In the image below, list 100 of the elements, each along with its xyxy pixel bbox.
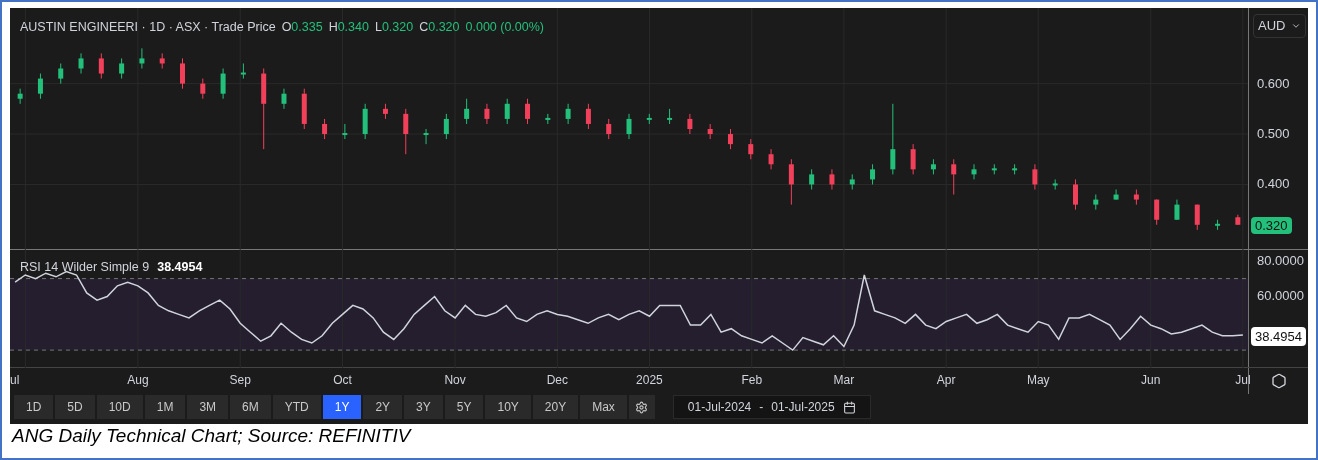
candlestick <box>1154 199 1160 226</box>
candlestick <box>626 113 632 140</box>
date-range-field[interactable]: 01-Jul-2024 - 01-Jul-2025 <box>672 395 871 419</box>
candlestick <box>1215 219 1221 231</box>
range-button[interactable]: 6M <box>230 395 271 419</box>
candlestick <box>180 57 185 90</box>
time-axis-label: Nov <box>444 374 466 386</box>
candlestick <box>301 88 307 130</box>
range-button[interactable]: 5Y <box>444 395 484 419</box>
candlestick <box>646 113 652 125</box>
candlestick <box>1073 178 1078 211</box>
candlestick <box>1093 194 1099 211</box>
candlestick <box>1052 178 1058 190</box>
time-axis-label: Aug <box>127 374 149 386</box>
candlestick <box>910 143 916 175</box>
candlestick <box>849 173 855 190</box>
candlestick <box>342 123 348 140</box>
calendar-icon <box>842 400 856 414</box>
candlestick <box>1235 214 1241 226</box>
candlestick <box>545 113 551 125</box>
ohlc-value: 0.340 <box>337 19 369 36</box>
candlestick <box>382 103 388 120</box>
range-button[interactable]: 10D <box>96 395 143 419</box>
candlestick <box>423 128 429 145</box>
candlestick <box>464 98 470 125</box>
candlestick <box>991 163 997 175</box>
candlestick <box>98 52 104 80</box>
candlestick <box>362 103 368 140</box>
ohlc-label: L <box>374 19 382 36</box>
candlestick <box>930 158 936 175</box>
ohlc-label: H <box>328 19 338 36</box>
candlestick <box>687 113 693 135</box>
ohlc-label: O <box>281 19 292 36</box>
range-button[interactable]: 1D <box>14 395 54 419</box>
candlestick <box>525 98 531 125</box>
candlestick <box>281 88 287 110</box>
ohlc-value: 0.320 <box>381 19 414 36</box>
indicator-value: 38.4954 <box>157 259 203 276</box>
symbol-title: AUSTIN ENGINEERI · 1D · ASX · Trade Price <box>20 19 276 36</box>
candlestick <box>139 47 145 69</box>
candlestick <box>322 118 328 140</box>
candlestick <box>667 108 673 125</box>
candlestick <box>890 103 896 175</box>
range-button[interactable]: 3Y <box>404 395 443 419</box>
time-axis-label: May <box>1026 374 1050 386</box>
ohlc-value: 0.335 <box>291 19 323 36</box>
ohlc-label: C <box>419 19 429 36</box>
candlestick <box>504 98 510 125</box>
candlestick <box>1194 204 1200 231</box>
time-axis-label: Apr <box>936 374 956 386</box>
rsi-value-badge: 38.4954 <box>1251 326 1306 346</box>
candlestick <box>1133 189 1139 206</box>
settings-button[interactable] <box>628 395 655 419</box>
time-axis-label: Jun <box>1141 374 1161 386</box>
candlestick <box>200 78 206 100</box>
candlestick <box>788 158 794 206</box>
range-button[interactable]: Max <box>580 395 627 419</box>
candlestick <box>17 88 23 105</box>
candlestick <box>58 62 64 85</box>
time-axis-label: Dec <box>546 374 569 386</box>
range-button[interactable]: 2Y <box>363 395 403 419</box>
chevron-down-icon <box>1291 21 1302 31</box>
candlestick <box>484 103 490 125</box>
candlestick <box>1032 163 1038 190</box>
candlestick <box>748 138 754 160</box>
time-axis-label: Oct <box>333 374 352 386</box>
settings-icon[interactable] <box>1270 373 1287 389</box>
time-axis-label: Jul <box>1235 374 1251 386</box>
candlestick <box>1113 189 1119 201</box>
candlestick <box>606 118 612 140</box>
candlestick <box>119 57 125 80</box>
candlestick <box>443 113 449 140</box>
range-button[interactable]: 1M <box>144 395 186 419</box>
currency-dropdown[interactable]: AUD <box>1253 14 1307 38</box>
range-button[interactable]: 10Y <box>485 395 531 419</box>
axis-label: 0.500 <box>1257 127 1290 141</box>
last-price-badge: 0.320 <box>1251 216 1292 234</box>
candlestick <box>159 52 165 69</box>
ohlc-value: 0.320 <box>428 19 460 36</box>
range-button[interactable]: 3M <box>187 395 229 419</box>
indicator-label: RSI 14 Wilder Simple 9 <box>20 259 150 276</box>
axis-label: 80.0000 <box>1257 253 1304 267</box>
range-button[interactable]: YTD <box>272 395 321 419</box>
candlestick <box>78 52 84 75</box>
time-axis-label: Mar <box>833 374 855 386</box>
end-date: 01-Jul-2025 <box>771 399 835 416</box>
chart-caption: ANG Daily Technical Chart; Source: REFINITIV <box>10 424 413 448</box>
start-date: 01-Jul-2024 <box>687 399 752 416</box>
axis-label: 0.400 <box>1257 177 1290 191</box>
candlestick <box>220 68 226 100</box>
range-button[interactable]: 20Y <box>532 395 579 419</box>
candlestick <box>1174 199 1180 221</box>
candlestick <box>707 123 713 140</box>
candlestick <box>870 163 876 185</box>
candlestick <box>951 158 957 196</box>
candlestick <box>37 73 43 100</box>
candlestick <box>829 168 835 190</box>
candlestick <box>585 103 591 130</box>
range-button[interactable]: 1Y <box>322 395 362 419</box>
range-button[interactable]: 5D <box>55 395 95 419</box>
